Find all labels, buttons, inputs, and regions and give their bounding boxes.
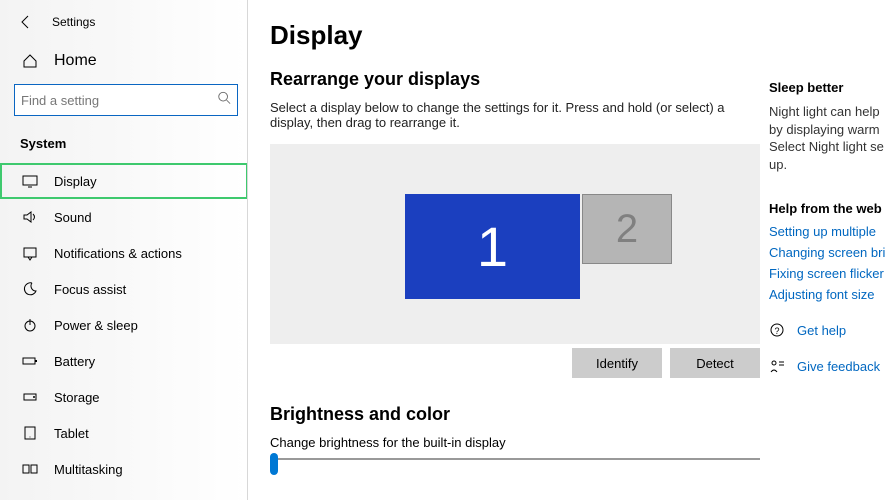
sleep-better-heading: Sleep better (769, 80, 889, 95)
storage-icon (22, 389, 38, 405)
home-icon (22, 53, 38, 69)
help-link-font-size[interactable]: Adjusting font size (769, 287, 889, 302)
notification-icon (22, 245, 38, 261)
search-input[interactable] (21, 93, 207, 108)
search-icon (217, 91, 231, 110)
page-title: Display (270, 20, 769, 51)
nav-label: Sound (54, 210, 92, 225)
feedback-icon (769, 358, 785, 374)
rearrange-description: Select a display below to change the set… (270, 100, 750, 130)
help-icon: ? (769, 322, 785, 338)
sidebar-item-home[interactable]: Home (0, 42, 248, 80)
help-link-screen-brightness[interactable]: Changing screen bri (769, 245, 889, 260)
tablet-icon (22, 425, 38, 441)
nav-label: Notifications & actions (54, 246, 182, 261)
svg-text:?: ? (774, 326, 779, 336)
rearrange-title: Rearrange your displays (270, 69, 769, 90)
monitor-icon (22, 173, 38, 189)
sidebar-divider (247, 0, 248, 500)
sidebar-item-sound[interactable]: Sound (0, 199, 248, 235)
monitor-2[interactable]: 2 (582, 194, 672, 264)
nav-label: Display (54, 174, 97, 189)
brightness-title: Brightness and color (270, 404, 769, 425)
section-label-system: System (0, 126, 248, 163)
sidebar-item-tablet[interactable]: Tablet (0, 415, 248, 451)
sidebar-item-focus[interactable]: Focus assist (0, 271, 248, 307)
nav-label: Tablet (54, 426, 89, 441)
brightness-slider[interactable] (270, 458, 760, 460)
help-link-screen-flicker[interactable]: Fixing screen flicker (769, 266, 889, 281)
power-icon (22, 317, 38, 333)
detect-button[interactable]: Detect (670, 348, 760, 378)
nav-label: Storage (54, 390, 100, 405)
sidebar-item-power[interactable]: Power & sleep (0, 307, 248, 343)
search-input-container[interactable] (14, 84, 238, 116)
nav-label: Multitasking (54, 462, 123, 477)
nav-label: Power & sleep (54, 318, 138, 333)
sleep-better-text: Night light can help by displaying warm … (769, 103, 889, 173)
nav-label: Focus assist (54, 282, 126, 297)
sidebar-item-battery[interactable]: Battery (0, 343, 248, 379)
battery-icon (22, 353, 38, 369)
give-feedback-link[interactable]: Give feedback (797, 359, 880, 374)
help-link-multiple-monitors[interactable]: Setting up multiple (769, 224, 889, 239)
sidebar-item-multitasking[interactable]: Multitasking (0, 451, 248, 487)
display-arrangement-area[interactable]: 1 2 (270, 144, 760, 344)
sidebar-item-notifications[interactable]: Notifications & actions (0, 235, 248, 271)
monitor-1[interactable]: 1 (405, 194, 580, 299)
help-web-heading: Help from the web (769, 201, 889, 216)
sound-icon (22, 209, 38, 225)
moon-icon (22, 281, 38, 297)
back-button[interactable] (16, 12, 36, 32)
nav-label: Battery (54, 354, 95, 369)
identify-button[interactable]: Identify (572, 348, 662, 378)
arrow-left-icon (18, 14, 34, 30)
home-label: Home (54, 52, 97, 70)
settings-title: Settings (52, 15, 95, 29)
multitasking-icon (22, 461, 38, 477)
sidebar-item-storage[interactable]: Storage (0, 379, 248, 415)
brightness-label: Change brightness for the built-in displ… (270, 435, 760, 450)
get-help-link[interactable]: Get help (797, 323, 846, 338)
sidebar-item-display[interactable]: Display (0, 163, 248, 199)
